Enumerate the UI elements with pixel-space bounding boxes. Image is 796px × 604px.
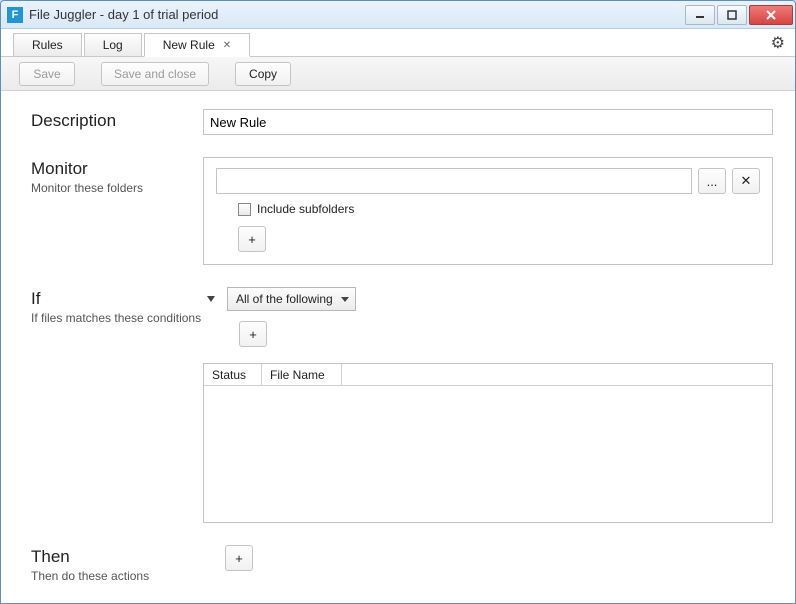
monitor-panel: ... ✕ Include subfolders + xyxy=(203,157,773,265)
then-sublabel: Then do these actions xyxy=(31,569,203,583)
description-field-col xyxy=(203,109,773,135)
monitor-label-col: Monitor Monitor these folders xyxy=(31,157,203,195)
close-icon xyxy=(765,9,777,21)
file-table: Status File Name xyxy=(203,363,773,523)
monitor-path-input[interactable] xyxy=(216,168,692,194)
x-icon: ✕ xyxy=(741,173,752,189)
gear-icon: ⚙ xyxy=(771,35,785,52)
condition-mode-value: All of the following xyxy=(236,292,333,306)
monitor-sublabel: Monitor these folders xyxy=(31,181,203,195)
window-title: File Juggler - day 1 of trial period xyxy=(29,7,685,22)
chevron-down-icon xyxy=(341,297,349,302)
toolbar: Save Save and close Copy xyxy=(1,57,795,91)
copy-button[interactable]: Copy xyxy=(235,62,291,86)
file-table-header: Status File Name xyxy=(204,364,772,386)
close-button[interactable] xyxy=(749,5,793,25)
browse-button[interactable]: ... xyxy=(698,168,726,194)
tab-label: Rules xyxy=(32,38,63,52)
minimize-button[interactable] xyxy=(685,5,715,25)
then-label: Then xyxy=(31,547,203,567)
tab-log[interactable]: Log xyxy=(84,33,142,57)
plus-icon: + xyxy=(249,327,257,342)
tabstrip: Rules Log New Rule ✕ ⚙ xyxy=(1,29,795,57)
plus-icon: + xyxy=(235,551,243,566)
monitor-field-col: ... ✕ Include subfolders + xyxy=(203,157,773,265)
monitor-label: Monitor xyxy=(31,159,203,179)
include-subfolders-label: Include subfolders xyxy=(257,202,354,216)
condition-mode-select[interactable]: All of the following xyxy=(227,287,356,311)
maximize-button[interactable] xyxy=(717,5,747,25)
settings-button[interactable]: ⚙ xyxy=(771,33,785,53)
if-label-col: If If files matches these conditions xyxy=(31,287,203,325)
description-label-col: Description xyxy=(31,109,203,131)
tab-close-icon[interactable]: ✕ xyxy=(223,40,231,51)
monitor-path-row: ... ✕ xyxy=(216,168,760,194)
save-and-close-button[interactable]: Save and close xyxy=(101,62,209,86)
if-condition-row: All of the following xyxy=(203,287,773,311)
tab-label: New Rule xyxy=(163,38,215,52)
if-field-col: All of the following + Status File Name xyxy=(203,287,773,523)
col-file-name[interactable]: File Name xyxy=(262,364,342,385)
expand-toggle-icon[interactable] xyxy=(207,296,215,302)
remove-path-button[interactable]: ✕ xyxy=(732,168,760,194)
titlebar: F File Juggler - day 1 of trial period xyxy=(1,1,795,29)
description-row: Description xyxy=(31,109,773,135)
then-field-col: + xyxy=(203,545,773,571)
monitor-row: Monitor Monitor these folders ... ✕ Incl… xyxy=(31,157,773,265)
col-spacer xyxy=(342,364,772,385)
minimize-icon xyxy=(695,10,705,20)
tab-rules[interactable]: Rules xyxy=(13,33,82,57)
if-row: If If files matches these conditions All… xyxy=(31,287,773,523)
col-status[interactable]: Status xyxy=(204,364,262,385)
plus-icon: + xyxy=(248,232,256,247)
include-subfolders-row: Include subfolders xyxy=(216,202,760,216)
maximize-icon xyxy=(727,10,737,20)
content-area: Description Monitor Monitor these folder… xyxy=(1,91,795,603)
if-label: If xyxy=(31,289,203,309)
add-condition-button[interactable]: + xyxy=(239,321,267,347)
if-sublabel: If files matches these conditions xyxy=(31,311,203,325)
app-window: F File Juggler - day 1 of trial period R… xyxy=(0,0,796,604)
description-label: Description xyxy=(31,111,203,131)
then-row: Then Then do these actions + xyxy=(31,545,773,583)
tab-label: Log xyxy=(103,38,123,52)
include-subfolders-checkbox[interactable] xyxy=(238,203,251,216)
description-input[interactable] xyxy=(203,109,773,135)
add-monitor-folder-button[interactable]: + xyxy=(238,226,266,252)
app-icon: F xyxy=(7,7,23,23)
window-controls xyxy=(685,5,793,25)
then-label-col: Then Then do these actions xyxy=(31,545,203,583)
save-button[interactable]: Save xyxy=(19,62,75,86)
tab-new-rule[interactable]: New Rule ✕ xyxy=(144,33,250,57)
add-action-button[interactable]: + xyxy=(225,545,253,571)
